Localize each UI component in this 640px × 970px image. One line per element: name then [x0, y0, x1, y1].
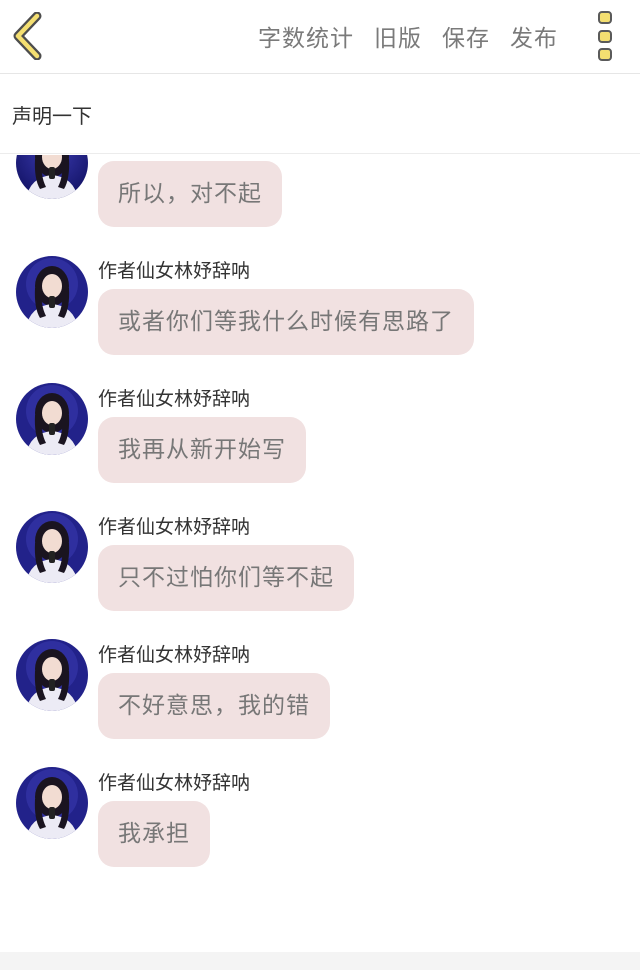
- more-dot: [598, 11, 612, 24]
- title-input[interactable]: [12, 102, 612, 126]
- message-bubble[interactable]: 不好意思，我的错: [98, 673, 330, 739]
- back-button[interactable]: [8, 10, 48, 62]
- toolbar-actions: 字数统计 旧版 保存 发布: [258, 0, 558, 72]
- sender-name: 作者仙女林妤辞呐: [98, 388, 251, 410]
- old-version-button[interactable]: 旧版: [374, 19, 422, 53]
- publish-button[interactable]: 发布: [510, 19, 558, 53]
- message-bubble[interactable]: 或者你们等我什么时候有思路了: [98, 289, 474, 355]
- app-screen: 字数统计 旧版 保存 发布 声明一下_ 所以，对不起 作者仙女林妤辞呐 或者你们…: [0, 0, 640, 970]
- more-vertical-icon[interactable]: [592, 10, 618, 62]
- avatar[interactable]: [16, 639, 88, 711]
- message-bubble[interactable]: 我再从新开始写: [98, 417, 306, 483]
- avatar[interactable]: [16, 767, 88, 839]
- message-list[interactable]: 所以，对不起 作者仙女林妤辞呐 或者你们等我什么时候有思路了 作者仙女林妤辞呐 …: [0, 155, 640, 950]
- avatar[interactable]: [16, 256, 88, 328]
- sender-name: 作者仙女林妤辞呐: [98, 772, 251, 794]
- chevron-left-icon: [13, 12, 42, 60]
- sender-name: 作者仙女林妤辞呐: [98, 260, 251, 282]
- more-dot: [598, 48, 612, 61]
- sender-name: 作者仙女林妤辞呐: [98, 516, 251, 538]
- avatar[interactable]: [16, 511, 88, 583]
- bottom-strip: [0, 952, 640, 970]
- word-count-button[interactable]: 字数统计: [258, 19, 354, 53]
- avatar[interactable]: [16, 383, 88, 455]
- save-button[interactable]: 保存: [442, 19, 490, 53]
- avatar[interactable]: [16, 155, 88, 199]
- message-bubble[interactable]: 所以，对不起: [98, 161, 282, 227]
- sender-name: 作者仙女林妤辞呐: [98, 644, 251, 666]
- message-bubble[interactable]: 我承担: [98, 801, 210, 867]
- message-bubble[interactable]: 只不过怕你们等不起: [98, 545, 354, 611]
- more-dot: [598, 29, 612, 43]
- top-bar: 字数统计 旧版 保存 发布: [0, 0, 640, 74]
- title-row: [0, 74, 640, 154]
